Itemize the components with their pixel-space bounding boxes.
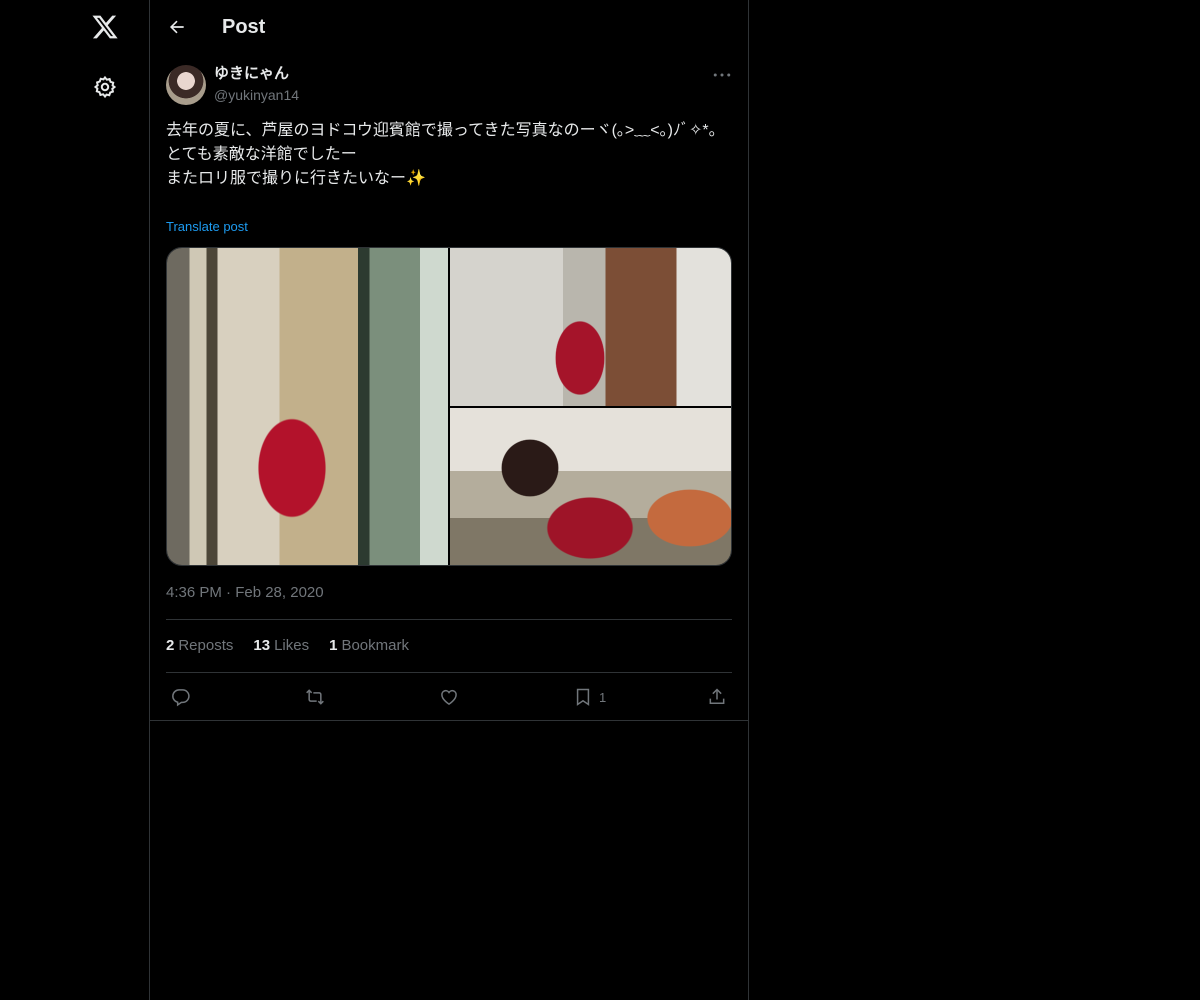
post-photo-2[interactable] (450, 248, 731, 406)
bookmarks-stat[interactable]: 1 Bookmark (329, 636, 409, 656)
author-display-name[interactable]: ゆきにゃん (214, 64, 289, 84)
author-handle[interactable]: @yukinyan14 (214, 86, 299, 104)
share-button[interactable] (707, 684, 727, 710)
repost-icon (306, 689, 324, 705)
repost-button[interactable] (305, 684, 325, 710)
x-logo-icon[interactable] (90, 12, 120, 42)
likes-label: Likes (274, 637, 310, 654)
more-icon (713, 73, 731, 77)
post-stats: 2 Reposts 13 Likes 1 Bookmark (166, 636, 409, 656)
translate-post-link[interactable]: Translate post (166, 219, 248, 235)
action-bar: 1 (150, 684, 748, 710)
bookmark-button[interactable]: 1 (573, 684, 606, 710)
gear-icon[interactable] (92, 74, 118, 100)
post-text: 去年の夏に、芦屋のヨドコウ迎賓館で撮ってきた写真なのーヾ(｡>﹏<｡)ﾉﾞ✧*。… (166, 122, 725, 187)
avatar[interactable] (166, 65, 206, 105)
post-column: Post ゆきにゃん @yukinyan14 去年の夏に、芦屋のヨドコウ迎賓館で… (150, 0, 749, 1000)
back-button[interactable] (164, 14, 190, 40)
page-title: Post (222, 16, 266, 38)
bookmarks-count: 1 (329, 637, 338, 654)
media-grid (166, 247, 732, 566)
divider (150, 720, 748, 721)
post-timestamp[interactable]: 4:36 PM · Feb 28, 2020 (166, 583, 324, 603)
divider (166, 672, 732, 673)
bookmark-count: 1 (599, 689, 607, 705)
likes-stat[interactable]: 13 Likes (253, 636, 309, 656)
more-button[interactable] (710, 66, 734, 84)
reply-button[interactable] (171, 684, 191, 710)
reply-icon (172, 689, 190, 707)
arrow-left-icon (169, 20, 184, 34)
share-icon (709, 688, 725, 704)
reposts-label: Reposts (178, 637, 234, 654)
likes-count: 13 (253, 637, 271, 654)
reposts-count: 2 (166, 637, 175, 654)
divider (166, 619, 732, 620)
like-button[interactable] (439, 684, 459, 710)
reposts-stat[interactable]: 2 Reposts (166, 636, 233, 656)
left-nav (0, 0, 150, 1000)
post-photo-3[interactable] (450, 408, 731, 565)
bookmarks-label: Bookmark (341, 637, 409, 654)
bookmark-icon (576, 688, 590, 706)
post-photo-1[interactable] (167, 248, 448, 565)
post-header: Post (150, 0, 748, 54)
heart-icon (441, 689, 457, 705)
